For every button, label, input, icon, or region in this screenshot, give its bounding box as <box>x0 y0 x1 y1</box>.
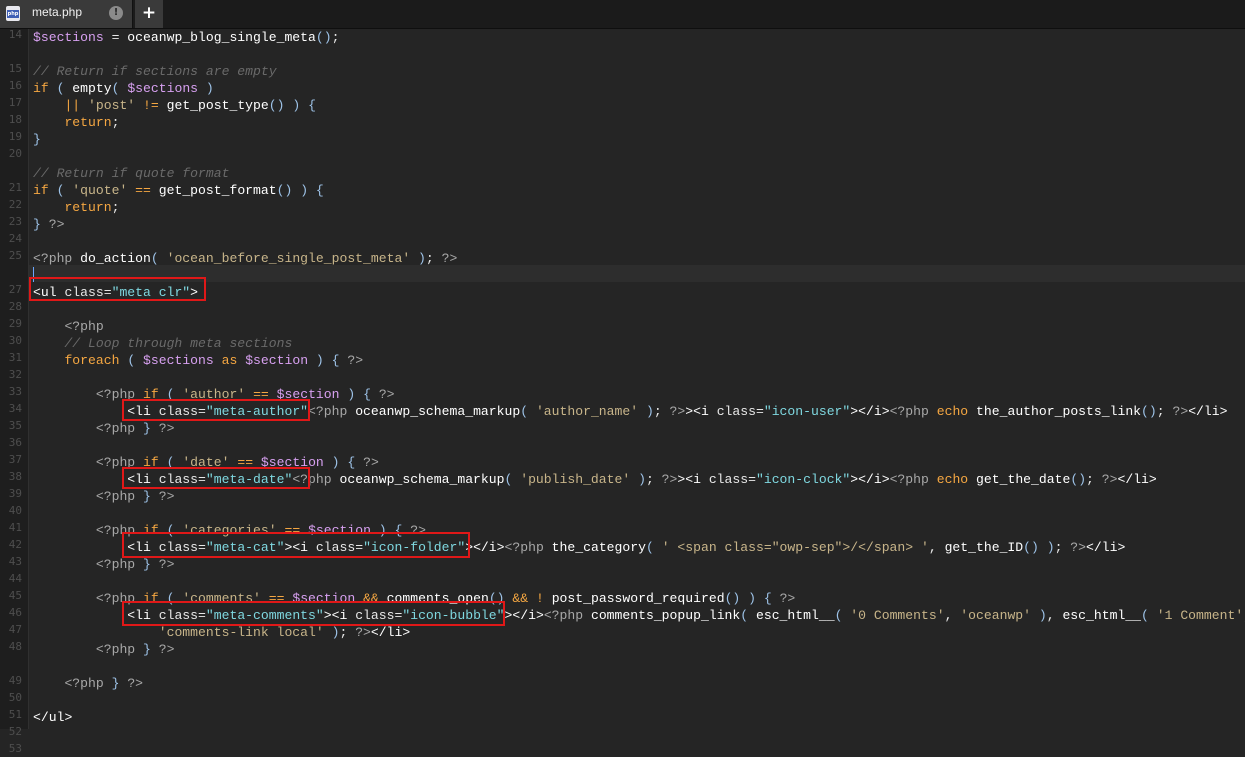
highlight-li-meta-cat <box>122 532 470 558</box>
line-number: 43 <box>8 555 22 568</box>
line-number: 52 <box>8 725 22 738</box>
line-number: 25 <box>8 249 22 262</box>
line-number: 17 <box>8 96 22 109</box>
code-editor[interactable]: $sections = oceanwp_blog_single_meta(); … <box>29 29 1245 729</box>
line-number: 31 <box>8 351 22 364</box>
highlight-li-meta-date <box>122 467 310 489</box>
tab-bar: php meta.php ! + <box>0 0 1245 29</box>
highlight-ul-meta-clr <box>29 277 206 301</box>
line-number: 18 <box>8 113 22 126</box>
line-number: 35 <box>8 419 22 432</box>
line-number: 24 <box>8 232 22 245</box>
line-number: 30 <box>8 334 22 347</box>
line-number: 33 <box>8 385 22 398</box>
line-number-gutter: 14 15 16 17 18 19 20 21 22 23 24 25 27 28 29 30 31 32 33 34… <box>0 28 29 755</box>
highlight-li-meta-author <box>122 399 310 421</box>
line-number: 32 <box>8 368 22 381</box>
line-number: 44 <box>8 572 22 585</box>
line-number: 48 <box>8 640 22 653</box>
line-number: 23 <box>8 215 22 228</box>
line-number: 28 <box>8 300 22 313</box>
line-number: 21 <box>8 181 22 194</box>
line-number: 15 <box>8 62 22 75</box>
line-number: 36 <box>8 436 22 449</box>
line-number: 34 <box>8 402 22 415</box>
line-number: 49 <box>8 674 22 687</box>
tab-unsaved-close-icon[interactable]: ! <box>109 6 123 20</box>
line-number: 20 <box>8 147 22 160</box>
tab-meta-php[interactable]: php meta.php ! <box>0 0 133 28</box>
line-number: 19 <box>8 130 22 143</box>
line-number: 22 <box>8 198 22 211</box>
line-number: 46 <box>8 606 22 619</box>
line-number: 42 <box>8 538 22 551</box>
line-number: 40 <box>8 504 22 517</box>
line-number: 14 <box>8 28 22 41</box>
line-number: 50 <box>8 691 22 704</box>
line-number: 38 <box>8 470 22 483</box>
tab-title: meta.php <box>32 5 83 19</box>
line-number: 41 <box>8 521 22 534</box>
php-file-icon: php <box>6 6 20 21</box>
new-tab-button[interactable]: + <box>135 0 163 28</box>
highlight-li-meta-comments <box>122 601 505 626</box>
line-number: 29 <box>8 317 22 330</box>
line-number: 16 <box>8 79 22 92</box>
line-number: 51 <box>8 708 22 721</box>
line-number: 53 <box>8 742 22 755</box>
line-number: 45 <box>8 589 22 602</box>
line-number: 37 <box>8 453 22 466</box>
line-number: 27 <box>8 283 22 296</box>
line-number: 47 <box>8 623 22 636</box>
line-number: 39 <box>8 487 22 500</box>
